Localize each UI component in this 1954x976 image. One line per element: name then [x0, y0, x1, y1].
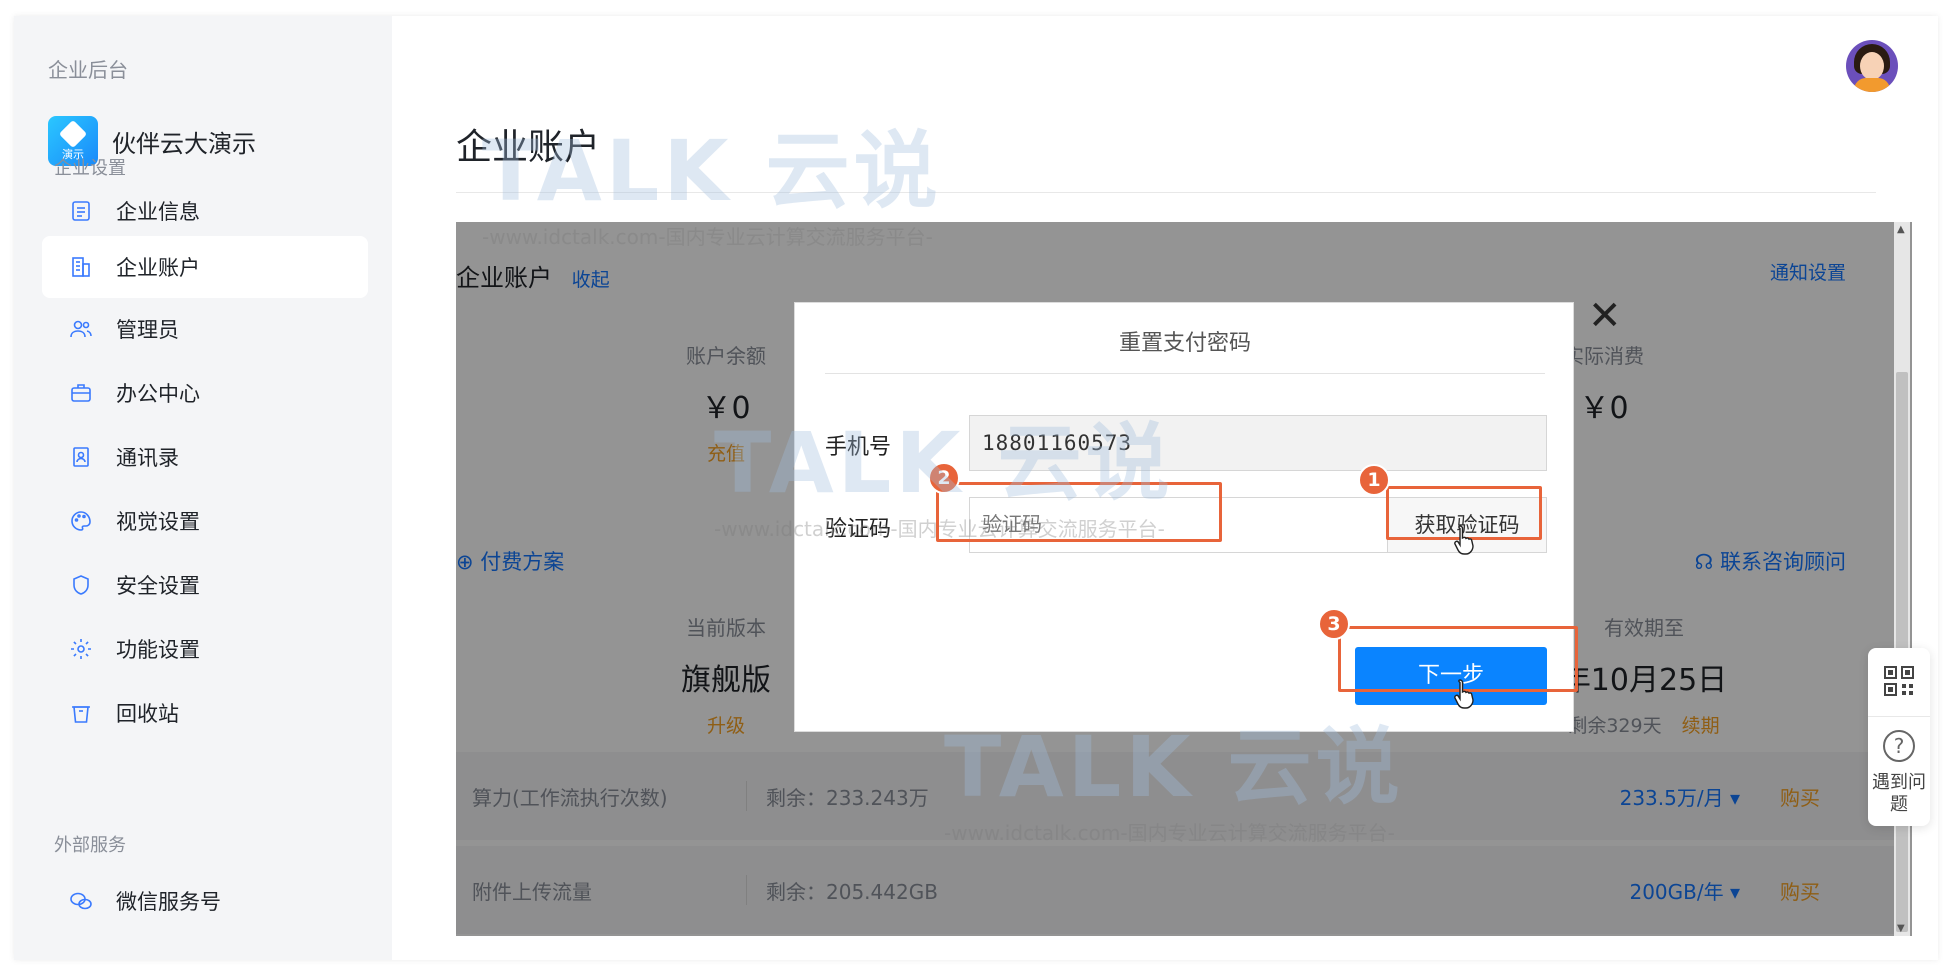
users-icon — [68, 316, 94, 342]
shield-icon — [68, 572, 94, 598]
qrcode-icon[interactable] — [1884, 666, 1914, 696]
code-label: 验证码 — [825, 517, 892, 542]
close-icon[interactable]: ✕ — [1588, 296, 1622, 336]
sidebar-item-label: 功能设置 — [116, 638, 200, 662]
dialog-divider — [825, 373, 1545, 374]
sidebar-item-recycle-bin[interactable]: 回收站 — [42, 682, 368, 744]
sidebar-item-security[interactable]: 安全设置 — [42, 554, 368, 616]
wechat-icon — [68, 888, 94, 914]
page-title: 企业账户 — [456, 127, 601, 168]
sidebar-item-label: 安全设置 — [116, 574, 200, 598]
briefcase-icon — [68, 380, 94, 406]
step-badge-1: 1 — [1358, 464, 1390, 496]
hand-cursor-icon — [1454, 679, 1474, 709]
sidebar-item-label: 企业账户 — [116, 256, 200, 280]
sidebar-item-label: 微信服务号 — [116, 890, 221, 914]
section-settings-label: 企业设置 — [54, 158, 126, 179]
step-badge-2: 2 — [928, 462, 960, 494]
org-name: 伙伴云大演示 — [112, 129, 256, 158]
sidebar-item-label: 办公中心 — [116, 382, 200, 406]
floating-toolbar: ? 遇到问题 — [1868, 648, 1930, 826]
scrollbar[interactable]: ▲ ▼ — [1894, 222, 1910, 936]
highlight-code-input — [936, 482, 1222, 542]
sidebar-item-company-info[interactable]: 企业信息 — [42, 180, 368, 242]
sidebar-item-company-account[interactable]: 企业账户 — [42, 236, 368, 298]
avatar[interactable] — [1846, 40, 1898, 92]
trash-icon — [68, 700, 94, 726]
phone-field[interactable]: 18801160573 — [969, 415, 1547, 471]
sidebar-item-visual-settings[interactable]: 视觉设置 — [42, 490, 368, 552]
dialog-title: 重置支付密码 — [1118, 331, 1251, 356]
sidebar-item-label: 视觉设置 — [116, 510, 200, 534]
scroll-down-icon[interactable]: ▼ — [1897, 923, 1905, 934]
step-badge-3: 3 — [1318, 608, 1350, 640]
float-divider — [1868, 716, 1930, 717]
sidebar-item-office-center[interactable]: 办公中心 — [42, 362, 368, 424]
contacts-icon — [68, 444, 94, 470]
sidebar-item-admins[interactable]: 管理员 — [42, 298, 368, 360]
sidebar-item-label: 企业信息 — [116, 200, 200, 224]
title-divider — [456, 192, 1876, 193]
gear-icon — [68, 636, 94, 662]
hand-cursor-icon — [1454, 525, 1474, 555]
building-icon — [68, 254, 94, 280]
sidebar-item-label: 通讯录 — [116, 446, 179, 470]
sidebar: 企业后台 演示 伙伴云大演示 企业设置 企业信息 企业账户 管理员 办公中心 通… — [14, 16, 392, 960]
section-external-label: 外部服务 — [54, 835, 126, 856]
help-icon[interactable]: ? — [1883, 730, 1915, 762]
document-icon — [68, 198, 94, 224]
sidebar-item-contacts[interactable]: 通讯录 — [42, 426, 368, 488]
sidebar-item-wechat-service[interactable]: 微信服务号 — [42, 870, 368, 932]
backend-caption: 企业后台 — [48, 58, 128, 82]
sidebar-item-feature-settings[interactable]: 功能设置 — [42, 618, 368, 680]
sidebar-item-label: 管理员 — [116, 318, 179, 342]
phone-label: 手机号 — [825, 435, 892, 460]
palette-icon — [68, 508, 94, 534]
scroll-up-icon[interactable]: ▲ — [1897, 224, 1905, 235]
sidebar-item-label: 回收站 — [116, 702, 179, 726]
app-window: 企业后台 演示 伙伴云大演示 企业设置 企业信息 企业账户 管理员 办公中心 通… — [14, 16, 1938, 960]
help-text[interactable]: 遇到问题 — [1868, 772, 1930, 816]
